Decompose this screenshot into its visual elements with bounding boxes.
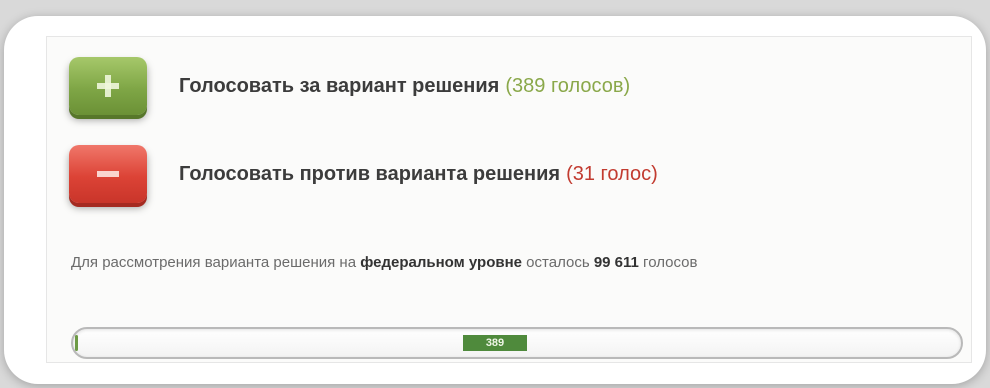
vote-for-count: (389 голосов) <box>505 74 631 97</box>
vote-for-text: Голосовать за вариант решения <box>179 74 500 97</box>
voting-panel: Голосовать за вариант решения (389 голосо… <box>46 36 972 363</box>
vote-for-row: Голосовать за вариант решения (389 голосо… <box>69 57 630 115</box>
plus-icon <box>95 73 121 99</box>
info-level: федеральном уровне <box>360 254 523 271</box>
vote-against-count: (31 голос) <box>566 162 658 185</box>
minus-icon <box>95 161 121 187</box>
vote-for-label[interactable]: Голосовать за вариант решения (389 голосо… <box>179 75 630 98</box>
remaining-votes-info: Для рассмотрения варианта решения на фед… <box>71 250 931 275</box>
vote-against-text: Голосовать против варианта решения <box>179 162 561 185</box>
vote-for-button[interactable] <box>69 57 147 115</box>
vote-against-row: Голосовать против варианта решения (31 го… <box>69 145 658 203</box>
frame: Голосовать за вариант решения (389 голосо… <box>4 16 986 384</box>
info-prefix: Для рассмотрения варианта решения на <box>71 254 361 271</box>
info-remaining: 99 611 <box>593 254 639 271</box>
progress-fill <box>75 335 78 351</box>
vote-against-label[interactable]: Голосовать против варианта решения (31 го… <box>179 163 658 186</box>
vote-against-button[interactable] <box>69 145 147 203</box>
votes-progress-bar: 389 <box>71 327 963 359</box>
info-middle: осталось <box>522 254 594 271</box>
progress-label: 389 <box>463 335 527 351</box>
info-suffix: голосов <box>638 254 698 271</box>
